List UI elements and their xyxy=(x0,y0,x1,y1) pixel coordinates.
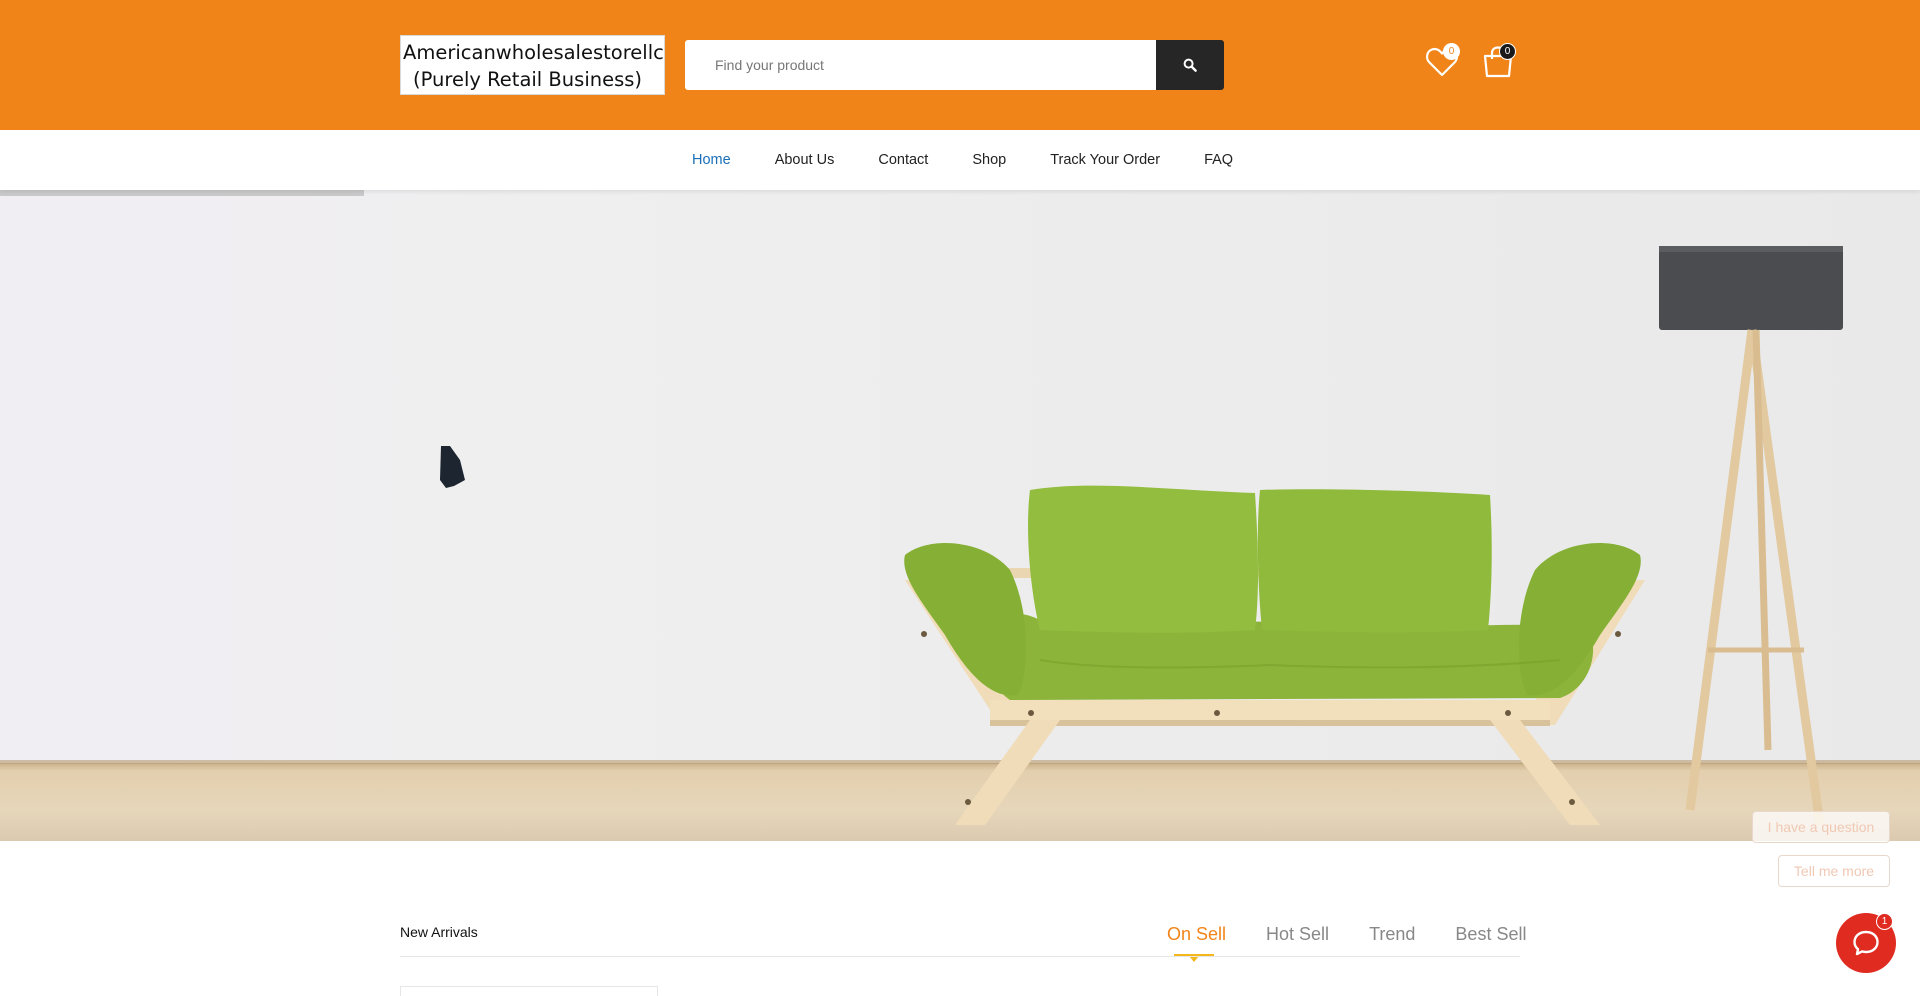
chat-option-question[interactable]: I have a question xyxy=(1752,811,1890,843)
search-icon xyxy=(1183,58,1197,72)
product-tabs: On Sell Hot Sell Trend Best Sell xyxy=(1152,924,1526,945)
main-nav: Home About Us Contact Shop Track Your Or… xyxy=(0,130,1920,190)
cart-button[interactable]: 0 xyxy=(1481,43,1516,83)
sofa xyxy=(904,485,1645,825)
tab-best-sell[interactable]: Best Sell xyxy=(1455,924,1526,945)
product-card[interactable] xyxy=(400,986,658,996)
slider-progress xyxy=(0,190,364,196)
logo-line-1: Americanwholesalestorellc xyxy=(403,41,664,64)
nav-about-us[interactable]: About Us xyxy=(775,152,835,168)
search-bar xyxy=(685,40,1224,90)
search-button[interactable] xyxy=(1156,40,1224,90)
tab-on-sell[interactable]: On Sell xyxy=(1167,924,1226,945)
header-bar: Americanwholesalestorellc (Purely Retail… xyxy=(0,0,1920,130)
chat-bubble-icon xyxy=(1853,930,1879,956)
nav-shop[interactable]: Shop xyxy=(972,152,1006,168)
nav-track-order[interactable]: Track Your Order xyxy=(1050,152,1160,168)
nav-faq[interactable]: FAQ xyxy=(1204,152,1233,168)
hero-image xyxy=(0,246,1920,826)
wishlist-count-badge: 0 xyxy=(1443,43,1460,60)
section-divider xyxy=(400,956,1520,957)
section-title: New Arrivals xyxy=(400,924,478,940)
wishlist-button[interactable]: 0 xyxy=(1425,43,1460,83)
cart-count-badge: 0 xyxy=(1499,43,1516,60)
nav-contact[interactable]: Contact xyxy=(878,152,928,168)
chat-option-tell-more[interactable]: Tell me more xyxy=(1778,855,1890,887)
floor-lamp xyxy=(1659,246,1843,826)
chat-unread-badge: 1 xyxy=(1876,913,1893,930)
decor-figure xyxy=(440,446,465,488)
hero-slider[interactable] xyxy=(0,190,1920,841)
tab-trend[interactable]: Trend xyxy=(1369,924,1415,945)
logo-line-2: (Purely Retail Business) xyxy=(413,68,643,91)
tab-hot-sell[interactable]: Hot Sell xyxy=(1266,924,1329,945)
site-logo[interactable]: Americanwholesalestorellc (Purely Retail… xyxy=(400,35,665,95)
search-input[interactable] xyxy=(685,40,1156,90)
nav-home[interactable]: Home xyxy=(692,152,731,168)
